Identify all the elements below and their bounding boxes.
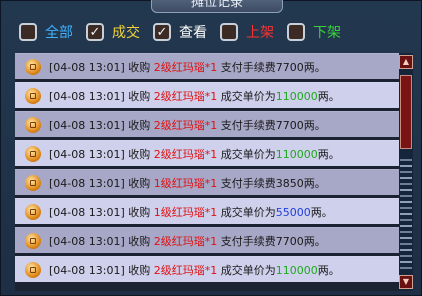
record-text: [04-08 13:01] 收购 2级红玛瑙*1 成交单价为110000两。 xyxy=(49,263,340,277)
record-amount: 55000 xyxy=(275,205,311,219)
coin-icon xyxy=(25,145,41,162)
coin-icon xyxy=(25,58,41,75)
filter-list-checkbox[interactable] xyxy=(220,23,238,41)
filter-list-label: 上架 xyxy=(246,25,274,41)
record-row: [04-08 13:01] 收购 2级红玛瑙*1 成交单价为110000两。 xyxy=(15,140,399,166)
record-row: [04-08 13:01] 收购 2级红玛瑙*1 成交单价为110000两。 xyxy=(15,256,399,282)
filter-delist-label: 下架 xyxy=(313,25,341,41)
filter-view-label: 查看 xyxy=(179,25,207,41)
stall-record-panel: 摊位记录 全部 成交 查看 上架 下架 [04-08 13:01] 收购 2级红… xyxy=(0,0,422,296)
filter-all-label: 全部 xyxy=(45,25,73,41)
record-amount: 7700 xyxy=(275,60,304,74)
record-amount: 110000 xyxy=(275,263,318,277)
record-row: [04-08 13:01] 收购 2级红玛瑙*1 支付手续费7700两。 xyxy=(15,111,399,137)
filter-delist[interactable]: 下架 xyxy=(287,22,341,42)
filter-deal-checkbox[interactable] xyxy=(86,23,104,41)
arrow-down-icon[interactable]: ▼ xyxy=(399,275,413,289)
coin-icon xyxy=(25,203,41,220)
filter-view[interactable]: 查看 xyxy=(153,22,207,42)
record-list: [04-08 13:01] 收购 2级红玛瑙*1 支付手续费7700两。 [04… xyxy=(15,53,399,291)
filter-view-checkbox[interactable] xyxy=(153,23,171,41)
record-text: [04-08 13:01] 收购 2级红玛瑙*1 成交单价为110000两。 xyxy=(49,147,340,161)
record-row: [04-08 13:01] 收购 1级红玛瑙*1 成交单价为55000两。 xyxy=(15,198,399,224)
arrow-up-icon[interactable]: ▲ xyxy=(399,55,413,69)
filter-all-checkbox[interactable] xyxy=(19,23,37,41)
record-text: [04-08 13:01] 收购 2级红玛瑙*1 支付手续费7700两。 xyxy=(49,234,326,248)
record-amount: 7700 xyxy=(275,234,304,248)
record-row: [04-08 13:01] 收购 2级红玛瑙*1 支付手续费7700两。 xyxy=(15,227,399,253)
record-text: [04-08 13:01] 收购 2级红玛瑙*1 成交单价为110000两。 xyxy=(49,89,340,103)
filter-bar: 全部 成交 查看 上架 下架 xyxy=(19,19,354,45)
filter-deal[interactable]: 成交 xyxy=(86,22,140,42)
filter-all[interactable]: 全部 xyxy=(19,22,73,42)
record-row: [04-08 13:01] 收购 2级红玛瑙*1 支付手续费7700两。 xyxy=(15,53,399,79)
record-text: [04-08 13:01] 收购 1级红玛瑙*1 成交单价为55000两。 xyxy=(49,205,333,219)
coin-icon xyxy=(25,87,41,104)
record-amount: 7700 xyxy=(275,118,304,132)
filter-deal-label: 成交 xyxy=(112,25,140,41)
coin-icon xyxy=(25,116,41,133)
record-text: [04-08 13:01] 收购 1级红玛瑙*1 支付手续费3850两。 xyxy=(49,176,326,190)
coin-icon xyxy=(25,261,41,278)
record-amount: 110000 xyxy=(275,89,318,103)
record-amount: 110000 xyxy=(275,147,318,161)
record-amount: 3850 xyxy=(275,176,304,190)
coin-icon xyxy=(25,232,41,249)
record-text: [04-08 13:01] 收购 2级红玛瑙*1 支付手续费7700两。 xyxy=(49,118,326,132)
filter-delist-checkbox[interactable] xyxy=(287,23,305,41)
scrollbar-track-ornament xyxy=(400,157,412,273)
scrollbar-thumb[interactable] xyxy=(400,75,412,149)
vertical-scrollbar[interactable]: ▲ ▼ xyxy=(399,53,413,291)
record-row: [04-08 13:01] 收购 2级红玛瑙*1 成交单价为110000两。 xyxy=(15,82,399,108)
record-text: [04-08 13:01] 收购 2级红玛瑙*1 支付手续费7700两。 xyxy=(49,60,326,74)
window-title: 摊位记录 xyxy=(151,0,283,13)
record-row: [04-08 13:01] 收购 1级红玛瑙*1 支付手续费3850两。 xyxy=(15,169,399,195)
filter-list[interactable]: 上架 xyxy=(220,22,274,42)
coin-icon xyxy=(25,174,41,191)
